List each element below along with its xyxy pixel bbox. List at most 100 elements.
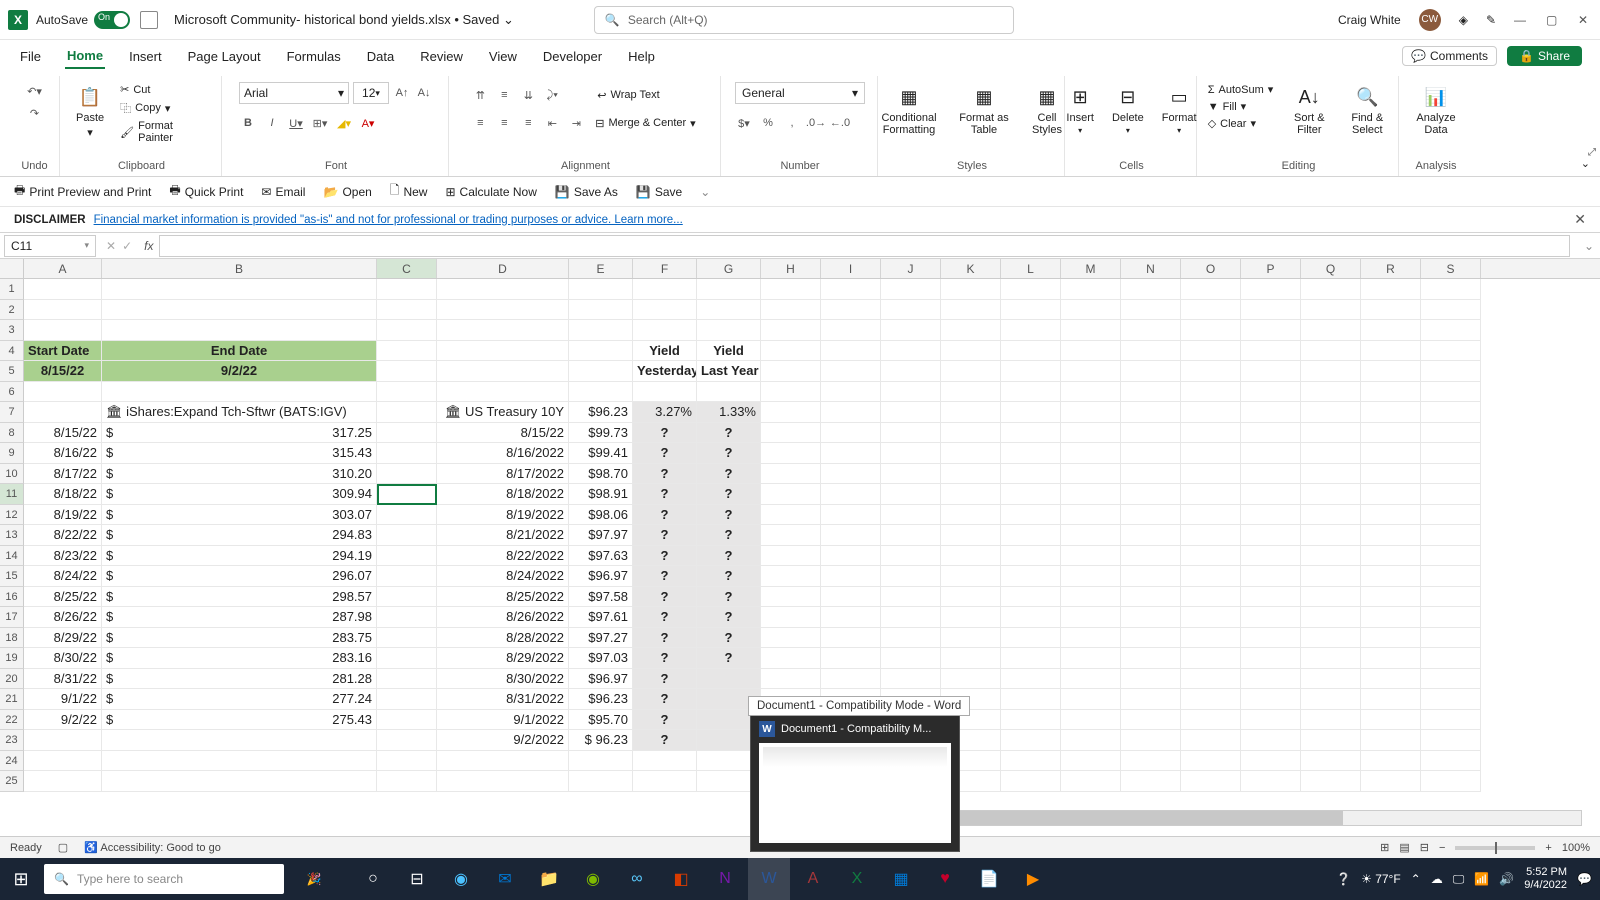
row-header[interactable]: 11 [0, 484, 24, 505]
cell[interactable] [1121, 628, 1181, 649]
cell[interactable]: ? [633, 464, 697, 485]
cell[interactable] [1421, 710, 1481, 731]
cell[interactable] [821, 464, 881, 485]
cell[interactable] [821, 300, 881, 321]
cell[interactable]: 8/30/22 [24, 648, 102, 669]
cell[interactable]: 9/2/2022 [437, 730, 569, 751]
cell[interactable] [941, 423, 1001, 444]
cell[interactable] [1301, 771, 1361, 792]
cell[interactable] [761, 443, 821, 464]
cell[interactable] [1241, 730, 1301, 751]
cell[interactable] [1361, 648, 1421, 669]
row-header[interactable]: 9 [0, 443, 24, 464]
number-format-select[interactable]: General▾ [735, 82, 865, 104]
notepad-icon[interactable]: 📄 [968, 858, 1010, 900]
conditional-formatting-button[interactable]: ▦Conditional Formatting [871, 82, 947, 138]
avatar[interactable]: CW [1419, 9, 1441, 31]
outlook-icon[interactable]: ✉ [484, 858, 526, 900]
cell[interactable] [1061, 669, 1121, 690]
new-button[interactable]: 🗋 New [390, 181, 428, 202]
cell[interactable] [1061, 279, 1121, 300]
cell[interactable]: 8/25/22 [24, 587, 102, 608]
decrease-font-icon[interactable]: A↓ [415, 84, 433, 102]
edge-icon[interactable]: ◉ [440, 858, 482, 900]
cell[interactable] [881, 648, 941, 669]
cell[interactable] [1061, 320, 1121, 341]
cell[interactable]: $96.23 [569, 402, 633, 423]
cell[interactable] [1061, 689, 1121, 710]
tray-volume-icon[interactable]: 🔊 [1499, 872, 1514, 886]
cell[interactable] [1421, 566, 1481, 587]
cell[interactable] [1301, 566, 1361, 587]
cell[interactable] [1241, 607, 1301, 628]
cell[interactable] [633, 300, 697, 321]
cell[interactable] [1121, 341, 1181, 362]
cell[interactable] [761, 566, 821, 587]
cell[interactable] [377, 689, 437, 710]
cell[interactable]: $99.41 [569, 443, 633, 464]
cell[interactable] [437, 771, 569, 792]
format-as-table-button[interactable]: ▦Format as Table [953, 82, 1015, 138]
notification-icon[interactable]: 💬 [1577, 872, 1592, 886]
cell[interactable] [633, 320, 697, 341]
cell[interactable] [1301, 443, 1361, 464]
cell[interactable] [1121, 423, 1181, 444]
cell[interactable]: 8/31/22 [24, 669, 102, 690]
cell[interactable] [1421, 648, 1481, 669]
cell[interactable] [569, 300, 633, 321]
cell[interactable] [761, 587, 821, 608]
macro-record-icon[interactable]: ▢ [58, 841, 68, 854]
cell[interactable] [821, 361, 881, 382]
cell[interactable] [377, 505, 437, 526]
file-explorer-icon[interactable]: 📁 [528, 858, 570, 900]
cell[interactable] [102, 771, 377, 792]
cell[interactable] [1181, 546, 1241, 567]
cell[interactable] [1181, 443, 1241, 464]
cell[interactable] [1061, 710, 1121, 731]
tab-view[interactable]: View [487, 45, 519, 68]
cell[interactable]: ? [633, 566, 697, 587]
cell[interactable] [1301, 628, 1361, 649]
cell[interactable]: $317.25 [102, 423, 377, 444]
cell[interactable] [941, 361, 1001, 382]
cell[interactable] [1001, 279, 1061, 300]
format-cells-button[interactable]: ▭Format▾ [1156, 82, 1203, 137]
cell[interactable] [1241, 751, 1301, 772]
cell[interactable] [1061, 443, 1121, 464]
taskbar-search[interactable]: 🔍 Type here to search [44, 864, 284, 894]
cell[interactable] [437, 300, 569, 321]
cell[interactable] [437, 341, 569, 362]
cell[interactable] [881, 484, 941, 505]
row-header[interactable]: 5 [0, 361, 24, 382]
cell[interactable]: $95.70 [569, 710, 633, 731]
cell[interactable]: $98.70 [569, 464, 633, 485]
cell[interactable] [1301, 607, 1361, 628]
cell[interactable] [1301, 300, 1361, 321]
cell[interactable] [1181, 300, 1241, 321]
cell[interactable] [1001, 361, 1061, 382]
cell[interactable] [821, 566, 881, 587]
cell[interactable] [761, 505, 821, 526]
col-header-P[interactable]: P [1241, 259, 1301, 278]
cell[interactable] [569, 771, 633, 792]
cell[interactable]: 8/17/2022 [437, 464, 569, 485]
cell[interactable] [1061, 341, 1121, 362]
row-header[interactable]: 24 [0, 751, 24, 772]
cell[interactable] [1241, 443, 1301, 464]
cell[interactable] [821, 402, 881, 423]
cell[interactable] [102, 382, 377, 403]
cell[interactable] [941, 402, 1001, 423]
row-header[interactable]: 16 [0, 587, 24, 608]
task-view-icon[interactable]: ⊟ [396, 858, 438, 900]
cell[interactable] [1001, 443, 1061, 464]
cell[interactable] [1001, 320, 1061, 341]
row-header[interactable]: 21 [0, 689, 24, 710]
save-as-button[interactable]: 💾 Save As [555, 185, 618, 199]
cell[interactable]: 🏛 US Treasury 10Y [437, 402, 569, 423]
cell[interactable] [1121, 689, 1181, 710]
user-name[interactable]: Craig White [1338, 13, 1401, 27]
view-normal-icon[interactable]: ⊞ [1380, 841, 1389, 854]
cell[interactable]: 8/24/2022 [437, 566, 569, 587]
cell[interactable]: $309.94 [102, 484, 377, 505]
cell[interactable] [1001, 587, 1061, 608]
